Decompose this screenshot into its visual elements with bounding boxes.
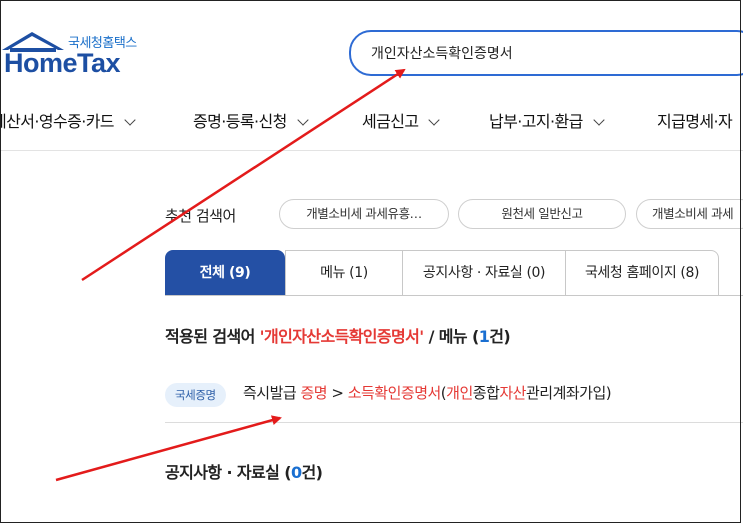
result-heading: 적용된 검색어 '개인자산소득확인증명서' / 메뉴 (1건)	[165, 327, 511, 346]
nav-item-payment[interactable]: 납부·고지·환급	[489, 108, 605, 132]
recommended-label: 추천 검색어	[165, 207, 236, 225]
nav-divider	[0, 150, 743, 151]
chevron-down-icon	[593, 114, 605, 126]
tabs-divider	[165, 295, 743, 296]
tab-notice[interactable]: 공지사항 · 자료실 (0)	[402, 250, 566, 296]
tab-menu[interactable]: 메뉴 (1)	[285, 250, 403, 296]
nav-item-tax-return[interactable]: 세금신고	[362, 108, 441, 132]
result-link[interactable]: 즉시발급 증명 > 소득확인증명서(개인종합자산관리계좌가입)	[243, 382, 612, 403]
chevron-down-icon	[428, 114, 441, 126]
recommended-chip[interactable]: 개별소비세 과세	[636, 199, 743, 229]
nav-item-invoice[interactable]: 계산서·영수증·카드	[0, 108, 136, 132]
hometax-logo[interactable]: 국세청홈택스 HomeTax	[0, 26, 150, 84]
chevron-down-icon	[124, 114, 136, 126]
result-count: 1	[478, 327, 490, 346]
logo-name: HomeTax	[4, 48, 121, 78]
main-nav: 계산서·영수증·카드 증명·등록·신청 세금신고 납부·고지·환급 지급명세·자	[0, 108, 743, 138]
nav-item-statement[interactable]: 지급명세·자	[657, 108, 733, 132]
tab-all[interactable]: 전체 (9)	[165, 250, 285, 296]
tab-nts-homepage[interactable]: 국세청 홈페이지 (8)	[565, 250, 719, 296]
recommended-chip[interactable]: 개별소비세 과세유흥…	[279, 199, 449, 229]
category-badge: 국세증명	[165, 383, 226, 407]
nav-item-certificate[interactable]: 증명·등록·신청	[193, 108, 309, 132]
recommended-chip[interactable]: 원천세 일반신고	[458, 199, 626, 229]
annotation-arrow	[81, 68, 406, 282]
notice-count: 0	[290, 463, 302, 482]
result-query: '개인자산소득확인증명서'	[259, 327, 425, 346]
search-box[interactable]	[349, 30, 743, 76]
notice-heading: 공지사항 · 자료실 (0건)	[165, 463, 323, 482]
row-divider	[165, 422, 743, 423]
chevron-down-icon	[297, 114, 309, 126]
search-input[interactable]	[371, 42, 731, 64]
